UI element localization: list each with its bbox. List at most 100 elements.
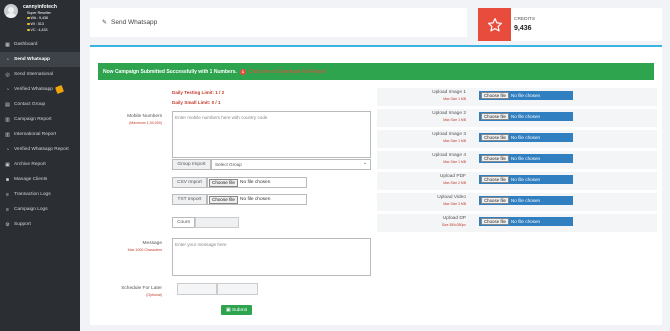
upload-sub: Max Size 2 MB bbox=[443, 181, 466, 185]
upload-row-image-1: Upload Image 1 Max Size 1 MB Choose file… bbox=[377, 88, 657, 106]
sidebar-item-send-international[interactable]: ◎ Send International bbox=[0, 67, 80, 82]
sidebar-item-send-whatsapp[interactable]: ◔ Send Whatsapp bbox=[0, 52, 80, 67]
save-icon: ▣ bbox=[226, 307, 231, 313]
whatsapp-icon: ◔ bbox=[5, 146, 10, 153]
upload-sub: Max Size 3 MB bbox=[443, 202, 466, 206]
upload-row-video: Upload Video Max Size 3 MB Choose file No… bbox=[377, 193, 657, 211]
group-select[interactable]: Select Group ⌄ bbox=[211, 159, 371, 170]
txt-choose-file-button[interactable]: Choose file bbox=[209, 195, 238, 204]
sidebar-item-archive-report[interactable]: ▣ Archive Report bbox=[0, 157, 80, 172]
file-status: No file chosen bbox=[510, 219, 541, 224]
download-report-link[interactable]: Click here to Download Full Report bbox=[249, 69, 326, 75]
file-status: No file chosen bbox=[510, 156, 541, 161]
report-icon: ▥ bbox=[5, 131, 10, 138]
sidebar-item-transaction-logs[interactable]: ≡ Transaction Logs bbox=[0, 187, 80, 202]
upload-row-image-3: Upload Image 3 Max Size 1 MB Choose file… bbox=[377, 130, 657, 148]
sidebar-item-verified-whatsapp[interactable]: ◔ Verified Whatsapp bbox=[0, 82, 80, 97]
mobile-numbers-input[interactable]: Enter mobile numbers here with country c… bbox=[172, 111, 371, 158]
message-sub: Max 1000 Characters bbox=[127, 248, 162, 252]
sidebar-item-campaign-report[interactable]: ▥ Campaign Report bbox=[0, 112, 80, 127]
support-icon: ⚙ bbox=[5, 221, 10, 228]
choose-file-button[interactable]: Choose file bbox=[481, 92, 509, 99]
profile-stat-wa: WA : 9,436 bbox=[27, 16, 48, 20]
upload-pdf-input[interactable]: Choose file No file chosen bbox=[479, 175, 573, 184]
alert-text: Now Campaign Submitted Successfully with… bbox=[103, 68, 237, 75]
daily-testing-limit: Daily Testing Limit: 1 / 2 bbox=[172, 90, 225, 95]
upload-row-pdf: Upload PDF Max Size 2 MB Choose file No f… bbox=[377, 172, 657, 190]
upload-dp-input[interactable]: Choose file No file chosen bbox=[479, 217, 573, 226]
choose-file-button[interactable]: Choose file bbox=[481, 113, 509, 120]
choose-file-button[interactable]: Choose file bbox=[481, 134, 509, 141]
upload-label: Upload Image 2 bbox=[432, 111, 466, 116]
upload-row-image-2: Upload Image 2 Max Size 1 MB Choose file… bbox=[377, 109, 657, 127]
schedule-time-input[interactable] bbox=[217, 283, 258, 295]
csv-choose-file-button[interactable]: Choose file bbox=[209, 178, 238, 187]
upload-image-2-input[interactable]: Choose file No file chosen bbox=[479, 112, 573, 121]
csv-file-status: No file chosen bbox=[239, 180, 271, 185]
sidebar-item-campaign-logs[interactable]: ≡ Campaign Logs bbox=[0, 202, 80, 217]
success-alert: Now Campaign Submitted Successfully with… bbox=[98, 63, 654, 80]
txt-file-input[interactable]: Choose file No file chosen bbox=[207, 194, 307, 205]
alert-count-badge: 1 bbox=[239, 68, 246, 75]
submit-button[interactable]: ▣ Submit bbox=[221, 305, 252, 315]
whatsapp-icon: ◔ bbox=[5, 56, 10, 63]
upload-label: Upload Image 3 bbox=[432, 132, 466, 137]
csv-import-label: CSV Import bbox=[172, 177, 207, 188]
upload-sub: Size 350x350px bbox=[441, 223, 466, 227]
group-import-label: Group Import bbox=[172, 159, 211, 170]
schedule-sub: (Optional) bbox=[146, 293, 162, 297]
users-icon: ☻ bbox=[4, 176, 11, 183]
upload-image-4-input[interactable]: Choose file No file chosen bbox=[479, 154, 573, 163]
profile-panel: cannyinfotech Super Reseller WA : 9,436 … bbox=[0, 0, 80, 36]
contacts-icon: ▤ bbox=[5, 101, 10, 108]
upload-sub: Max Size 1 MB bbox=[443, 97, 466, 101]
credits-card: CREDITS 9,436 bbox=[478, 8, 662, 41]
pencil-icon: ✎ bbox=[102, 20, 108, 26]
send-whatsapp-form-card: Now Campaign Submitted Successfully with… bbox=[90, 45, 662, 325]
avatar[interactable] bbox=[4, 4, 18, 18]
report-icon: ▥ bbox=[5, 116, 10, 123]
upload-sub: Max Size 1 MB bbox=[443, 118, 466, 122]
upload-sub: Max Size 1 MB bbox=[443, 139, 466, 143]
schedule-label: Schedule For Later bbox=[121, 286, 162, 291]
profile-stat-wi: WI : 513 bbox=[27, 22, 44, 26]
profile-name: cannyinfotech bbox=[23, 4, 57, 10]
sidebar-item-support[interactable]: ⚙ Support bbox=[0, 217, 80, 232]
upload-label: Upload Image 1 bbox=[432, 90, 466, 95]
upload-row-dp: Upload DP Size 350x350px Choose file No f… bbox=[377, 214, 657, 232]
list-icon: ≡ bbox=[6, 191, 9, 198]
page-header: ✎ Send Whatsapp bbox=[90, 8, 467, 37]
daily-small-limit: Daily Small Limit: 0 / 1 bbox=[172, 100, 221, 105]
file-status: No file chosen bbox=[510, 135, 541, 140]
choose-file-button[interactable]: Choose file bbox=[481, 197, 509, 204]
credits-value: 9,436 bbox=[514, 25, 532, 32]
whatsapp-icon: ◔ bbox=[5, 86, 10, 93]
sidebar-item-dashboard[interactable]: ▦ Dashboard bbox=[0, 37, 80, 52]
globe-icon: ◎ bbox=[5, 71, 10, 78]
sidebar-item-international-report[interactable]: ▥ International Report bbox=[0, 127, 80, 142]
file-status: No file chosen bbox=[510, 114, 541, 119]
mobile-numbers-label: Mobile Numbers bbox=[127, 114, 162, 119]
csv-file-input[interactable]: Choose file No file chosen bbox=[207, 177, 307, 188]
upload-image-3-input[interactable]: Choose file No file chosen bbox=[479, 133, 573, 142]
txt-file-status: No file chosen bbox=[239, 197, 271, 202]
sidebar-item-contact-group[interactable]: ▤ Contact Group bbox=[0, 97, 80, 112]
message-input[interactable]: Enter your message here bbox=[172, 238, 371, 276]
profile-role: Super Reseller bbox=[27, 11, 51, 15]
sidebar-item-manage-clients[interactable]: ☻ Manage Clients bbox=[0, 172, 80, 187]
upload-video-input[interactable]: Choose file No file chosen bbox=[479, 196, 573, 205]
sidebar: cannyinfotech Super Reseller WA : 9,436 … bbox=[0, 0, 80, 331]
page-title: Send Whatsapp bbox=[111, 19, 158, 26]
choose-file-button[interactable]: Choose file bbox=[481, 218, 509, 225]
choose-file-button[interactable]: Choose file bbox=[481, 155, 509, 162]
choose-file-button[interactable]: Choose file bbox=[481, 176, 509, 183]
chevron-down-icon: ⌄ bbox=[362, 161, 367, 166]
file-status: No file chosen bbox=[510, 198, 541, 203]
upload-sub: Max Size 1 MB bbox=[443, 160, 466, 164]
sidebar-item-verified-whatsapp-report[interactable]: ◔ Verified Whatsapp Report bbox=[0, 142, 80, 157]
file-status: No file chosen bbox=[510, 177, 541, 182]
schedule-date-input[interactable] bbox=[177, 283, 217, 295]
upload-image-1-input[interactable]: Choose file No file chosen bbox=[479, 91, 573, 100]
upload-label: Upload PDF bbox=[439, 174, 466, 179]
dashboard-icon: ▦ bbox=[5, 41, 10, 48]
